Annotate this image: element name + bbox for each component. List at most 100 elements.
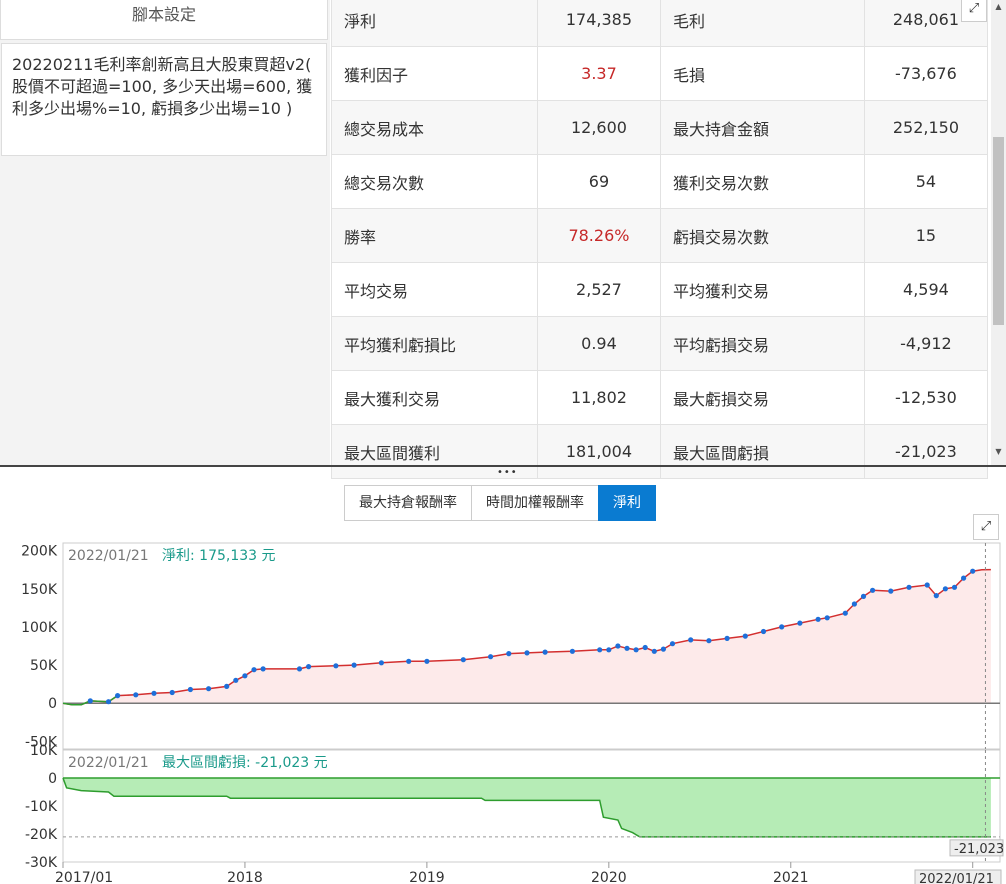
stat-label: 平均交易 [331,262,538,317]
stat-label: 最大區間虧損 [660,424,865,479]
trade-point [105,699,112,705]
tab-0[interactable]: 最大持倉報酬率 [344,485,472,521]
stats-row: 總交易成本 12,600 最大持倉金額 252,150 [331,100,989,155]
drag-grip-icon[interactable]: ••• [497,468,518,478]
stat-label: 總交易成本 [331,100,538,155]
tab-2[interactable]: 淨利 [598,485,656,521]
trade-point [296,666,303,672]
trade-point [597,647,603,653]
trade-point [760,628,767,635]
chart-tabs: 最大持倉報酬率 時間加權報酬率 淨利 [344,485,656,521]
trade-point [951,584,958,590]
trade-point [406,658,412,664]
expand-icon[interactable]: ⤢ [961,0,987,22]
trade-point [242,673,248,679]
trade-point [842,610,848,616]
y-tick-label: -30K [25,855,58,871]
stat-value: 4,594 [863,262,989,317]
scrollbar-thumb[interactable] [993,137,1004,325]
arrow-up-icon[interactable]: ▲ [991,2,1006,11]
trade-point [151,690,157,696]
trade-point [888,588,894,594]
stat-value: 252,150 [863,100,989,155]
stats-row: 最大獲利交易 11,802 最大虧損交易 -12,530 [331,370,989,425]
trade-point [169,689,175,696]
stats-row: 獲利因子 3.37 毛損 -73,676 [331,46,989,101]
trade-point [924,582,930,588]
y-tick-label: 150K [21,582,58,598]
stats-row: 平均獲利虧損比 0.94 平均虧損交易 -4,912 [331,316,989,371]
trade-point [615,643,621,649]
stat-label: 獲利交易次數 [660,154,865,209]
stat-label: 平均獲利交易 [660,262,865,317]
trade-point [333,663,339,669]
stat-value: 181,004 [536,424,662,479]
vertical-scrollbar[interactable]: ▲ ▼ [991,0,1006,465]
tooltip-value: 淨利: 175,133 元 [162,548,276,564]
trade-point [351,662,357,668]
stat-label: 最大虧損交易 [660,370,865,425]
trade-point [251,667,257,673]
script-settings-header: 腳本設定 [0,0,328,40]
tooltip-date: 2022/01/21 [68,755,149,771]
stat-label: 淨利 [331,0,538,47]
trade-point [706,638,712,644]
stat-label: 平均獲利虧損比 [331,316,538,371]
trade-point [424,658,430,664]
script-description: 20220211毛利率創新高且大股東買超v2( 股價不可超過=100, 多少天出… [1,43,327,156]
trade-point [488,654,494,660]
stats-row: 總交易次數 69 獲利交易次數 54 [331,154,989,209]
y-tick-label: 200K [21,544,58,560]
stats-row: 勝率 78.26% 虧損交易次數 15 [331,208,989,263]
stats-table: 淨利 174,385 毛利 248,061 獲利因子 3.37 毛損 -73,676 總交易成本… [331,0,989,479]
trade-point [824,615,830,621]
stat-value: 174,385 [536,0,662,47]
stat-value: 11,802 [536,370,662,425]
script-settings-panel: 腳本設定 20220211毛利率創新高且大股東買超v2( 股價不可超過=100,… [0,0,330,465]
trade-point [133,692,139,698]
ref-value-label: -21,023 [954,842,1004,857]
expand-icon[interactable]: ⤢ [973,514,999,540]
trade-point [542,649,548,655]
trade-point [206,686,212,692]
stats-row: 最大區間獲利 181,004 最大區間虧損 -21,023 [331,424,989,479]
arrow-down-icon[interactable]: ▼ [991,447,1006,456]
x-tick-label: 2021 [773,870,809,884]
trade-point [187,686,193,693]
y-tick-label: 0 [48,771,57,787]
trade-point [306,664,312,670]
stat-value: -4,912 [863,316,989,371]
trade-point [906,584,912,590]
y-tick-label: 100K [21,620,58,636]
tab-1[interactable]: 時間加權報酬率 [471,485,599,521]
x-tick-label: 2018 [227,870,263,884]
stat-value: 0.94 [536,316,662,371]
trade-point [851,601,858,607]
x-tick-label: 2019 [409,870,445,884]
y-tick-label: -10K [25,799,58,815]
stat-value: 2,527 [536,262,662,317]
crosshair-date: 2022/01/21 [919,872,994,884]
trade-point [260,666,266,672]
trade-point [933,593,939,599]
trade-point [779,624,785,630]
trade-point [724,635,730,641]
stat-value: 54 [863,154,989,209]
y-tick-label: 0 [48,696,57,712]
trade-point [233,677,239,683]
trade-point [633,647,639,653]
trade-point [870,587,876,593]
stat-value: 15 [863,208,989,263]
trade-point [860,593,867,599]
equity-chart: 200K150K100K50K0-50K2022/01/21 淨利: 175,13… [21,542,1004,884]
trade-point [651,648,657,654]
x-tick-label: 2017/01 [55,870,113,884]
trade-point [524,650,530,656]
trade-point [378,660,384,666]
stat-label: 毛損 [660,46,865,101]
stat-value: 69 [536,154,662,209]
stats-section: 腳本設定 20220211毛利率創新高且大股東買超v2( 股價不可超過=100,… [0,0,1006,479]
trade-point [624,645,630,651]
trade-point [942,586,949,592]
stat-label: 毛利 [660,0,865,47]
